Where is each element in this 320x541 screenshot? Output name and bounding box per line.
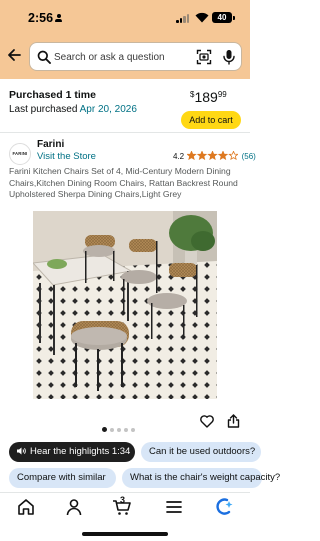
product-image[interactable] xyxy=(33,211,217,399)
carousel-dot[interactable] xyxy=(117,427,121,432)
microphone-icon[interactable] xyxy=(222,49,236,65)
wifi-icon xyxy=(195,12,209,23)
add-to-cart-button[interactable]: Add to cart xyxy=(181,111,241,129)
brand-logo[interactable]: FARINI xyxy=(9,143,31,165)
account-icon[interactable] xyxy=(64,498,84,516)
carousel-dot[interactable] xyxy=(124,427,128,432)
ai-assistant-icon[interactable] xyxy=(214,498,234,516)
image-carousel-dots[interactable] xyxy=(102,421,138,433)
carousel-dot[interactable] xyxy=(110,427,114,432)
status-bar: 2:56 40 xyxy=(0,0,250,36)
rating-summary[interactable]: 4.2 (56) xyxy=(173,151,256,161)
speaker-icon xyxy=(17,447,26,455)
search-icon xyxy=(37,50,51,64)
share-icon[interactable] xyxy=(227,414,240,428)
battery-icon: 40 xyxy=(212,12,235,23)
home-indicator xyxy=(82,532,168,536)
header: 2:56 40 xyxy=(0,0,250,79)
search-input[interactable] xyxy=(54,47,189,67)
visit-store-link[interactable]: Visit the Store xyxy=(37,151,96,162)
carousel-dot[interactable] xyxy=(102,427,107,433)
purchase-count: Purchased 1 time xyxy=(9,89,96,101)
star-rating-icon xyxy=(187,151,239,160)
cart-count: 3 xyxy=(120,495,126,505)
question-chip[interactable]: Can it be used outdoors? xyxy=(141,442,261,462)
price: $18999 xyxy=(190,89,227,105)
question-chip[interactable]: What is the chair's weight capacity? xyxy=(122,468,280,488)
search-bar[interactable] xyxy=(29,42,242,71)
product-title: Farini Kitchen Chairs Set of 4, Mid-Cent… xyxy=(9,166,238,200)
menu-icon[interactable] xyxy=(164,498,184,516)
product-image-illustration xyxy=(33,211,217,399)
last-purchased: Last purchased Apr 20, 2026 xyxy=(9,104,137,115)
last-purchased-date[interactable]: Apr 20, 2026 xyxy=(80,104,137,115)
purchase-history-panel: Purchased 1 time Last purchased Apr 20, … xyxy=(0,79,250,133)
brand-name: Farini xyxy=(37,139,65,150)
home-icon[interactable] xyxy=(16,498,36,516)
carousel-dot[interactable] xyxy=(131,427,135,432)
back-arrow-icon[interactable] xyxy=(6,47,22,63)
person-icon xyxy=(55,14,63,22)
rating-value: 4.2 xyxy=(173,152,185,161)
hear-highlights-button[interactable]: Hear the highlights 1:34 xyxy=(9,442,135,462)
compare-similar-chip[interactable]: Compare with similar xyxy=(9,468,116,488)
signal-icon xyxy=(176,14,190,23)
review-count: (56) xyxy=(241,152,256,161)
heart-icon[interactable] xyxy=(200,415,214,428)
camera-scan-icon[interactable] xyxy=(196,49,212,65)
status-time: 2:56 xyxy=(28,11,63,25)
cart-button[interactable]: 3 xyxy=(112,495,132,516)
